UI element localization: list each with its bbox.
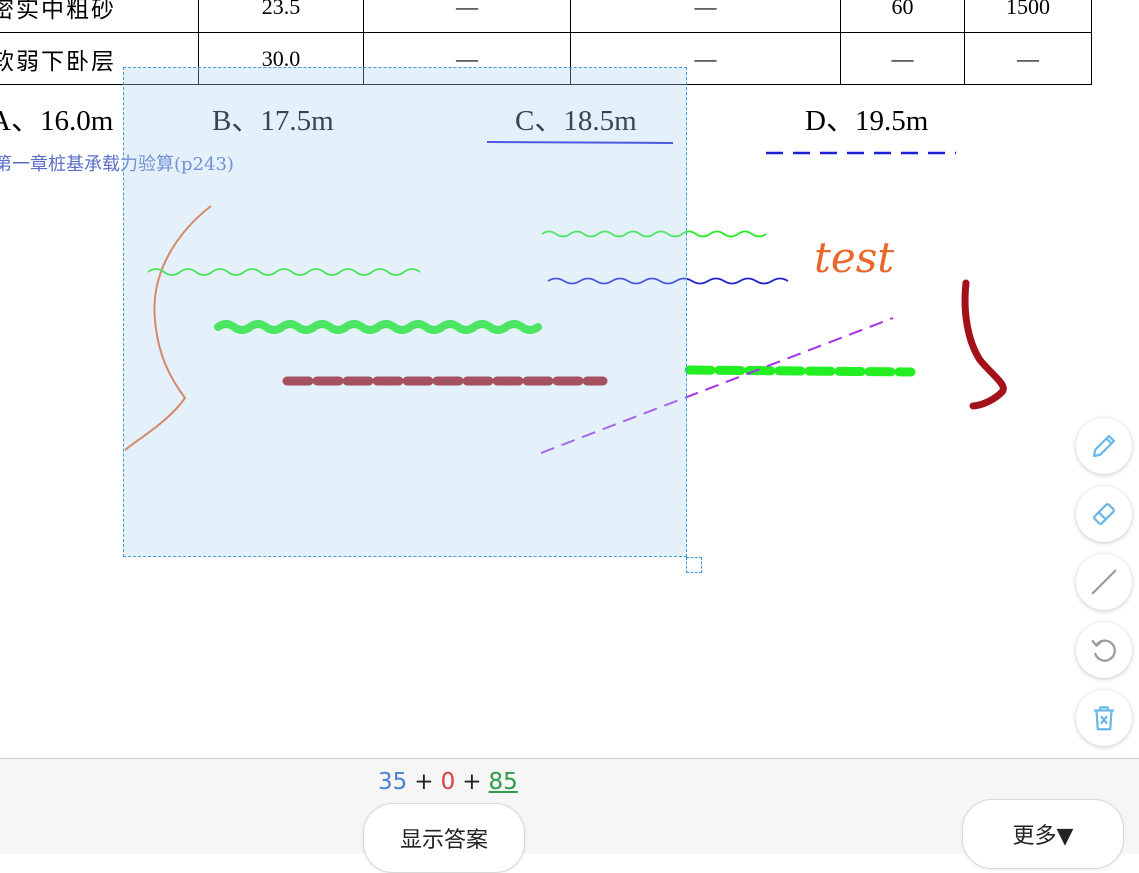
eraser-icon xyxy=(1093,503,1115,525)
darkred-bracket-stroke xyxy=(961,279,1007,410)
resize-handle[interactable] xyxy=(686,557,702,573)
selection-box[interactable] xyxy=(123,67,687,557)
undo-tool-button[interactable] xyxy=(1076,622,1132,678)
pen-tool-button[interactable] xyxy=(1076,418,1132,474)
line-icon xyxy=(1091,569,1117,595)
score-count-blue: 35 xyxy=(378,769,408,795)
green-dashed-stroke xyxy=(684,365,916,377)
handwritten-text: test xyxy=(814,233,894,282)
score-summary: 35 +0 +85 xyxy=(378,769,518,795)
trash-icon xyxy=(1094,706,1114,731)
clear-tool-button[interactable] xyxy=(1076,690,1132,746)
eraser-tool-button[interactable] xyxy=(1076,486,1132,542)
bottom-bar: 35 +0 +85 显示答案 更多▼ xyxy=(0,758,1139,873)
show-answer-button[interactable]: 显示答案 xyxy=(363,803,525,873)
more-button[interactable]: 更多▼ xyxy=(962,799,1124,869)
score-count-green[interactable]: 85 xyxy=(488,769,517,795)
line-tool-button[interactable] xyxy=(1076,554,1132,610)
document-page: 密实中粗砂 23.5 — — 60 1500 软弱下卧层 30.0 — — — … xyxy=(0,0,1139,758)
score-count-red: 0 xyxy=(440,769,456,795)
pencil-icon xyxy=(1092,434,1116,458)
undo-icon xyxy=(1091,639,1116,662)
plus-sign: + xyxy=(414,769,434,795)
plus-sign: + xyxy=(462,769,482,795)
